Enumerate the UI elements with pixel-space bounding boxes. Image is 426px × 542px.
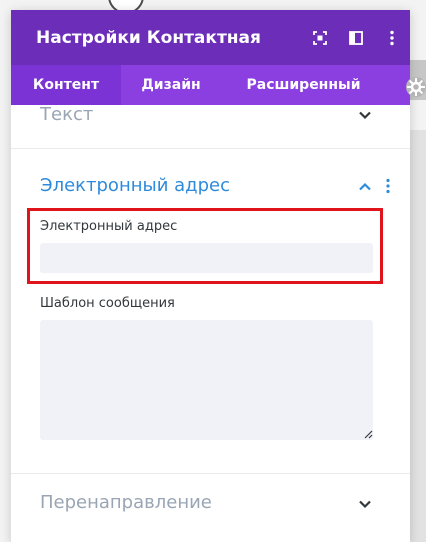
settings-panel: Настройки Контактная ф… — [11, 10, 410, 542]
chevron-up-icon[interactable] — [358, 180, 372, 194]
section-title-text[interactable]: Текст — [40, 104, 93, 125]
more-vertical-icon[interactable] — [374, 23, 410, 53]
panel-header[interactable]: Настройки Контактная ф… — [11, 10, 410, 65]
panel-title: Настройки Контактная ф… — [36, 27, 267, 48]
header-icon-group — [302, 23, 410, 53]
chevron-down-icon[interactable] — [358, 497, 372, 511]
section-title-email[interactable]: Электронный адрес — [40, 175, 230, 196]
gear-icon[interactable] — [405, 76, 426, 98]
tab-content[interactable]: Контент — [11, 65, 121, 105]
sidebar-layout-icon[interactable] — [338, 23, 374, 53]
chevron-down-icon[interactable] — [358, 108, 372, 122]
section-divider — [11, 148, 410, 149]
section-divider — [11, 473, 410, 474]
expand-icon[interactable] — [302, 23, 338, 53]
background-strip — [410, 130, 426, 542]
section-title-redirect[interactable]: Перенаправление — [40, 492, 212, 513]
message-template-textarea[interactable] — [40, 320, 373, 440]
highlight-box — [27, 208, 383, 284]
section-options-icon[interactable] — [385, 178, 391, 194]
message-template-label: Шаблон сообщения — [40, 296, 175, 311]
tab-bar: Контент Дизайн Расширенный — [11, 65, 410, 105]
tab-design[interactable]: Дизайн — [121, 65, 221, 105]
resize-handle-icon[interactable] — [363, 429, 373, 439]
tab-advanced[interactable]: Расширенный — [221, 65, 386, 105]
